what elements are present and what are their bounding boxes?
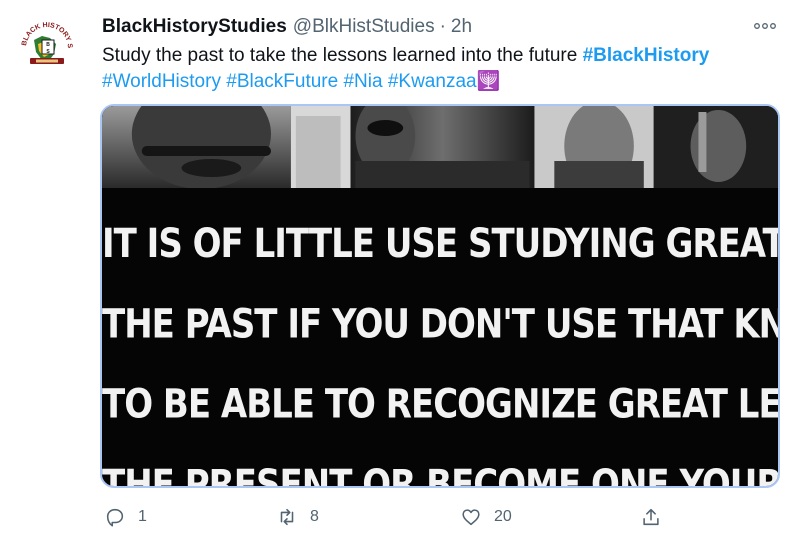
separator-dot: · xyxy=(439,16,446,37)
reply-icon xyxy=(106,508,124,527)
quote-line: TO BE ABLE TO RECOGNIZE GREAT LEADERS IN xyxy=(102,381,780,429)
retweet-icon xyxy=(280,508,294,526)
display-name[interactable]: BlackHistoryStudies xyxy=(102,16,287,38)
leaders-photo-strip xyxy=(102,106,778,188)
hashtag-worldhistory[interactable]: #WorldHistory xyxy=(102,71,221,92)
quote-line: THE PAST IF YOU DON'T USE THAT KNOWLEDGE xyxy=(102,300,778,348)
tweet-action-bar: 1 8 20 xyxy=(100,500,700,534)
more-options-icon[interactable] xyxy=(750,16,780,36)
like-count: 20 xyxy=(494,508,512,525)
tweet-media-image[interactable]: IT IS OF LITTLE USE STUDYING GREAT LEADE… xyxy=(100,104,780,488)
tweet-body: Study the past to take the lessons learn… xyxy=(102,45,578,66)
tweet-text: Study the past to take the lessons learn… xyxy=(102,43,782,95)
share-button[interactable] xyxy=(640,500,662,534)
quote-line: IT IS OF LITTLE USE STUDYING GREAT LEADE… xyxy=(102,220,780,268)
hashtag-blackfuture[interactable]: #BlackFuture xyxy=(226,71,338,92)
tweet-header: BlackHistoryStudies @BlkHistStudies · 2h xyxy=(102,14,780,40)
svg-text:B: B xyxy=(46,42,50,48)
avatar[interactable]: BLACK HISTORY STUDIES B S xyxy=(16,14,78,76)
quote-line: THE PRESENT OR BECOME ONE YOURSELF. xyxy=(102,461,780,488)
hashtag-blackhistory[interactable]: #BlackHistory xyxy=(583,45,710,66)
reply-count: 1 xyxy=(138,508,147,525)
black-history-studies-logo: BLACK HISTORY STUDIES B S xyxy=(16,14,77,75)
heart-icon xyxy=(462,509,480,526)
retweet-count: 8 xyxy=(310,508,319,525)
hashtag-nia[interactable]: #Nia xyxy=(343,71,382,92)
hashtag-kwanzaa[interactable]: #Kwanzaa xyxy=(388,71,477,92)
share-icon xyxy=(643,508,659,526)
timestamp[interactable]: 2h xyxy=(451,16,472,38)
retweet-button[interactable]: 8 xyxy=(276,500,319,534)
kinara-emoji-icon: 🕎 xyxy=(476,71,501,92)
reply-button[interactable]: 1 xyxy=(104,500,147,534)
user-handle[interactable]: @BlkHistStudies xyxy=(293,16,435,38)
quote-text: IT IS OF LITTLE USE STUDYING GREAT LEADE… xyxy=(102,204,780,488)
like-button[interactable]: 20 xyxy=(460,500,512,534)
